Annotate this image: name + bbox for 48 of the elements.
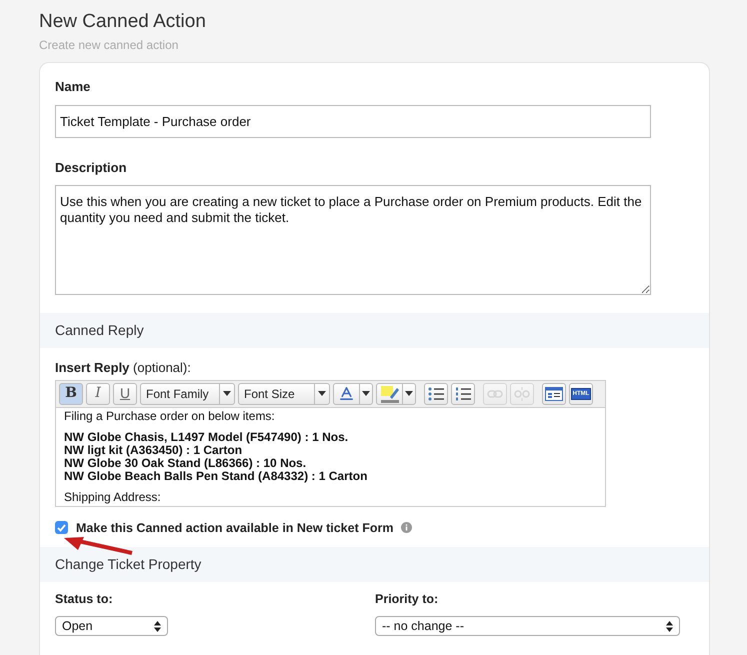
editor-line: NW Globe Chasis, L1497 Model (F547490) : 1 Nos. xyxy=(64,430,350,444)
toolbar-button[interactable] xyxy=(424,382,448,404)
select-field[interactable]: Open xyxy=(55,616,168,636)
description-textarea[interactable]: Use this when you are creating a new ticket to place a Purchase order on Premium products. Edit the quantity you need and submit the ticket. xyxy=(55,185,651,295)
caret-icon xyxy=(318,391,326,396)
field-label: Name xyxy=(55,78,92,96)
field-label: Description xyxy=(55,158,128,177)
dropdown-button[interactable]: Font Family xyxy=(140,382,235,404)
checkbox[interactable] xyxy=(55,521,68,534)
numbered-list-icon xyxy=(455,386,471,402)
field-label: Insert Reply (optional): xyxy=(55,359,192,377)
select-arrows-icon xyxy=(154,620,161,632)
dropdown-button[interactable]: Font Size xyxy=(238,382,330,404)
info-icon xyxy=(401,522,412,534)
bullet-list-icon xyxy=(428,386,444,402)
page-title: New Canned Action xyxy=(39,10,207,34)
color-button[interactable] xyxy=(376,382,416,404)
format-button[interactable]: B xyxy=(59,382,83,404)
format-button[interactable]: I xyxy=(86,382,110,404)
name-input[interactable]: Ticket Template - Purchase order xyxy=(55,104,651,138)
section-header: Canned Reply xyxy=(40,313,709,348)
toolbar-button[interactable] xyxy=(451,382,475,404)
toolbar-button[interactable] xyxy=(542,382,566,404)
field-label: Status to: xyxy=(55,591,114,608)
caret-icon xyxy=(362,391,370,396)
check-icon xyxy=(57,524,66,532)
section-header: Change Ticket Property xyxy=(40,547,709,582)
reply-editor[interactable] xyxy=(55,408,606,506)
editor-line: Filing a Purchase order on below items: xyxy=(64,410,276,422)
editor-line: NW Globe Beach Balls Pen Stand (A84332) : 1 Carton xyxy=(64,470,368,482)
unlink-icon xyxy=(514,386,530,400)
highlight-icon xyxy=(380,384,398,402)
page-subtitle: Create new canned action xyxy=(39,37,180,54)
color-button[interactable] xyxy=(333,382,373,404)
field-label: Priority to: xyxy=(375,591,440,608)
checkbox-label: Make this Canned action available in New ticket Form xyxy=(76,520,394,536)
font-color-icon xyxy=(338,385,355,402)
format-button[interactable]: U xyxy=(113,382,137,404)
select-field[interactable]: -- no change -- xyxy=(375,616,680,636)
annotation-arrow xyxy=(64,537,134,555)
editor-line: Shipping Address: xyxy=(64,490,162,504)
caret-icon xyxy=(405,391,413,396)
editor-line: NW Globe 30 Oak Stand (L86366) : 10 Nos. xyxy=(64,456,308,470)
template-icon xyxy=(545,386,563,400)
editor-line: NW ligt kit (A363450) : 1 Carton xyxy=(64,444,244,456)
caret-icon xyxy=(223,391,231,396)
link-icon xyxy=(487,388,503,398)
select-arrows-icon xyxy=(666,620,673,632)
